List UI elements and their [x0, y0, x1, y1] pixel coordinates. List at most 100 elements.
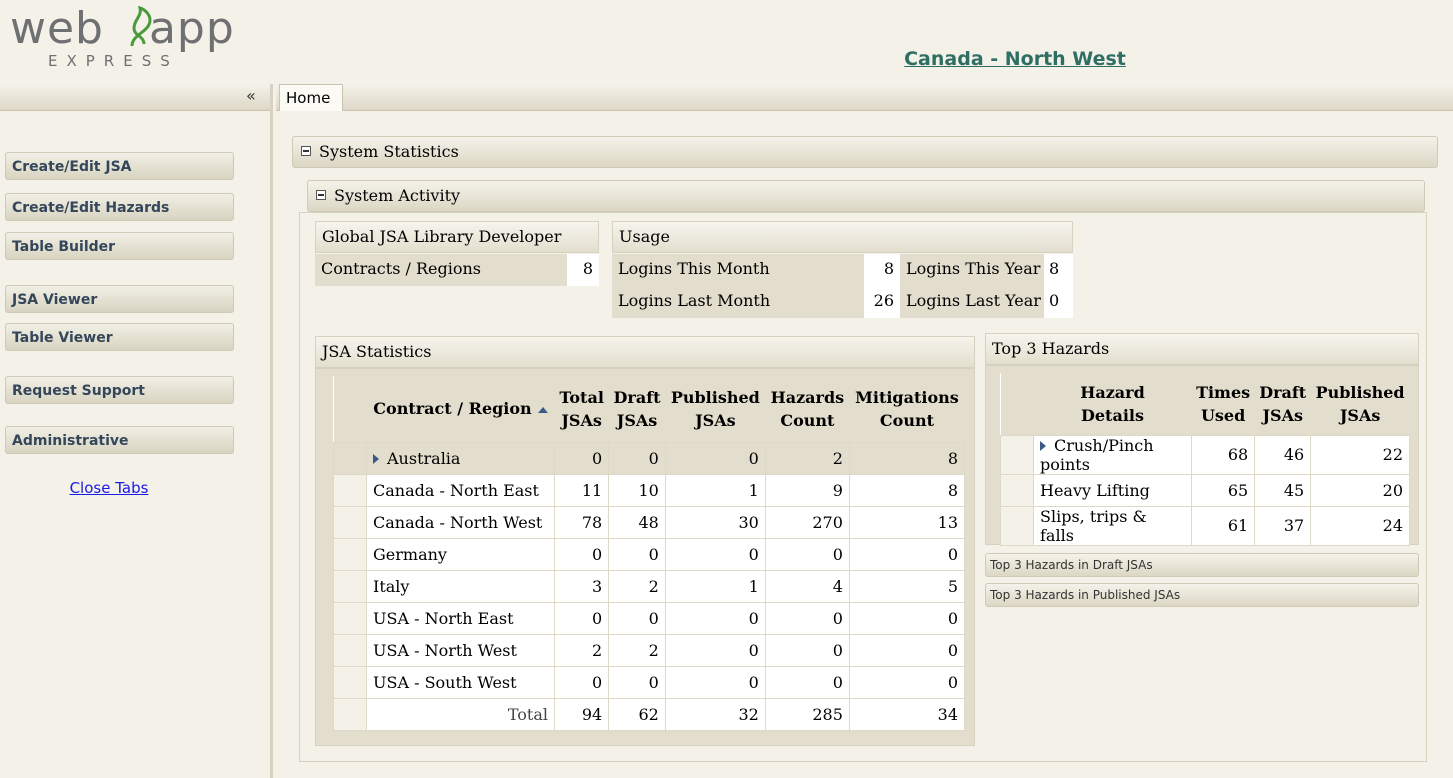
- logo-word: web app: [10, 3, 235, 54]
- times-used-cell: 68: [1190, 434, 1256, 475]
- logins-last-year-label: Logins Last Year: [900, 286, 1044, 318]
- published-jsas-cell: 0: [664, 601, 766, 635]
- row-selector[interactable]: [1000, 505, 1034, 546]
- table-row[interactable]: USA - North East 0 0 0 0 0: [333, 601, 966, 635]
- col-hazards-count[interactable]: Hazards Count: [765, 376, 850, 443]
- mitigations-count-cell: 8: [848, 473, 966, 507]
- col-draft-jsas[interactable]: Draft JSAs: [1254, 373, 1311, 436]
- times-used-cell: 65: [1190, 473, 1256, 507]
- sort-ascending-icon[interactable]: [537, 406, 548, 413]
- col-mitigations-count[interactable]: Mitigations Count: [849, 376, 965, 443]
- row-selector[interactable]: [333, 665, 367, 699]
- current-row-indicator-icon: [1040, 440, 1046, 451]
- draft-jsas-cell: 0: [608, 537, 666, 571]
- tab-home[interactable]: Home: [279, 84, 343, 111]
- top-hazards-heading: Top 3 Hazards: [985, 333, 1419, 365]
- hazards-count-cell: 4: [764, 569, 850, 603]
- system-activity-panel-header: System Activity: [307, 180, 1425, 212]
- col-contract-region-label: Contract / Region: [373, 399, 532, 419]
- col-total-jsas[interactable]: Total JSAs: [554, 376, 609, 443]
- global-library-heading: Global JSA Library Developer: [315, 221, 599, 253]
- mitigations-count-cell: 13: [848, 505, 966, 539]
- mitigations-count-cell: 0: [848, 633, 966, 667]
- col-label-line1: Draft: [1259, 382, 1307, 402]
- jsa-statistics-grid: Contract / Region Total JSAs Draft JSAs Pu…: [333, 376, 966, 731]
- mitigations-count-cell: 0: [848, 601, 966, 635]
- published-jsas-cell: 20: [1310, 473, 1410, 507]
- nav-administrative[interactable]: Administrative: [5, 426, 234, 454]
- logo-leaf-icon: [130, 6, 152, 47]
- col-published-jsas[interactable]: Published JSAs: [665, 376, 766, 443]
- nav-create-edit-hazards[interactable]: Create/Edit Hazards: [5, 193, 234, 221]
- col-label-line1: Published: [1315, 382, 1405, 402]
- contract-region-title[interactable]: Canada - North West: [870, 48, 1160, 70]
- hazards-count-cell: 2: [764, 441, 850, 475]
- row-selector[interactable]: [333, 505, 367, 539]
- hazards-count-cell: 0: [764, 601, 850, 635]
- hazard-details-cell: Heavy Lifting: [1033, 473, 1192, 507]
- row-selector[interactable]: [333, 601, 367, 635]
- mitigations-count-cell: 0: [848, 537, 966, 571]
- tab-strip: [276, 84, 1453, 111]
- jsa-statistics-table: Contract / Region Total JSAs Draft JSAs Pu…: [333, 376, 966, 731]
- col-label-line1: Hazard: [1080, 382, 1145, 402]
- row-selector[interactable]: [333, 633, 367, 667]
- jsa-statistics-body: Australia 0 0 0 2 8 Canada - North East 11 10 1 9 8…: [333, 441, 966, 699]
- collapse-minus-icon[interactable]: [301, 145, 311, 156]
- logins-last-year-value: 0: [1044, 286, 1073, 318]
- logins-this-year-label: Logins This Year: [900, 254, 1044, 286]
- draft-jsas-cell: 2: [608, 569, 666, 603]
- total-published-jsas: 32: [664, 697, 766, 731]
- total-jsas-cell: 0: [553, 601, 610, 635]
- collapse-minus-icon[interactable]: [316, 189, 326, 200]
- nav-create-edit-jsa[interactable]: Create/Edit JSA: [5, 152, 234, 180]
- row-selector[interactable]: [333, 569, 367, 603]
- top-hazards-published-link[interactable]: Top 3 Hazards in Published JSAs: [985, 583, 1419, 607]
- jsa-statistics-header-row: Contract / Region Total JSAs Draft JSAs Pu…: [333, 376, 965, 443]
- table-row[interactable]: Italy 3 2 1 4 5: [333, 569, 966, 603]
- row-selector[interactable]: [1000, 434, 1034, 475]
- top-hazards-draft-link[interactable]: Top 3 Hazards in Draft JSAs: [985, 553, 1419, 577]
- system-statistics-title: System Statistics: [319, 142, 459, 161]
- col-label-line1: Total: [559, 387, 604, 407]
- published-jsas-cell: 0: [664, 665, 766, 699]
- col-draft-jsas[interactable]: Draft JSAs: [608, 376, 666, 443]
- table-row[interactable]: Crush/Pinch points 68 46 22: [1000, 434, 1410, 475]
- mitigations-count-cell: 8: [848, 441, 966, 475]
- table-row[interactable]: Canada - North East 11 10 1 9 8: [333, 473, 966, 507]
- nav-table-builder[interactable]: Table Builder: [5, 232, 234, 260]
- total-hazards-count: 285: [764, 697, 850, 731]
- row-selector[interactable]: [333, 441, 367, 475]
- col-times-used[interactable]: Times Used: [1191, 373, 1255, 436]
- col-label-line2: JSAs: [616, 410, 658, 430]
- table-row[interactable]: USA - South West 0 0 0 0 0: [333, 665, 966, 699]
- col-label-line1: Published: [670, 387, 760, 407]
- nav-jsa-viewer[interactable]: JSA Viewer: [5, 285, 234, 313]
- draft-jsas-cell: 48: [608, 505, 666, 539]
- hazards-count-cell: 9: [764, 473, 850, 507]
- table-row[interactable]: Heavy Lifting 65 45 20: [1000, 473, 1410, 507]
- table-row[interactable]: Australia 0 0 0 2 8: [333, 441, 966, 475]
- col-label-line2: JSAs: [1339, 405, 1381, 425]
- row-selector-header: [1000, 373, 1034, 436]
- top-hazards-header-row: Hazard Details Times Used Draft JSAs Publis…: [1000, 373, 1410, 436]
- row-selector[interactable]: [333, 537, 367, 571]
- col-label-line2: JSAs: [561, 410, 602, 430]
- nav-table-viewer[interactable]: Table Viewer: [5, 323, 234, 351]
- col-hazard-details[interactable]: Hazard Details: [1033, 373, 1192, 436]
- published-jsas-cell: 24: [1310, 505, 1410, 546]
- app-logo: web app EXPRESS: [10, 3, 280, 71]
- col-published-jsas[interactable]: Published JSAs: [1310, 373, 1410, 436]
- table-row[interactable]: Germany 0 0 0 0 0: [333, 537, 966, 571]
- table-row[interactable]: Canada - North West 78 48 30 270 13: [333, 505, 966, 539]
- nav-request-support[interactable]: Request Support: [5, 376, 234, 404]
- region-cell: Canada - North West: [366, 505, 555, 539]
- collapse-sidebar-icon[interactable]: «: [246, 86, 256, 105]
- row-selector[interactable]: [1000, 473, 1034, 507]
- table-row[interactable]: Slips, trips & falls 61 37 24: [1000, 505, 1410, 546]
- close-tabs-link[interactable]: Close Tabs: [0, 479, 218, 497]
- col-contract-region[interactable]: Contract / Region: [366, 376, 555, 443]
- row-selector[interactable]: [333, 473, 367, 507]
- logins-this-year-value: 8: [1044, 254, 1073, 286]
- table-row[interactable]: USA - North West 2 2 0 0 0: [333, 633, 966, 667]
